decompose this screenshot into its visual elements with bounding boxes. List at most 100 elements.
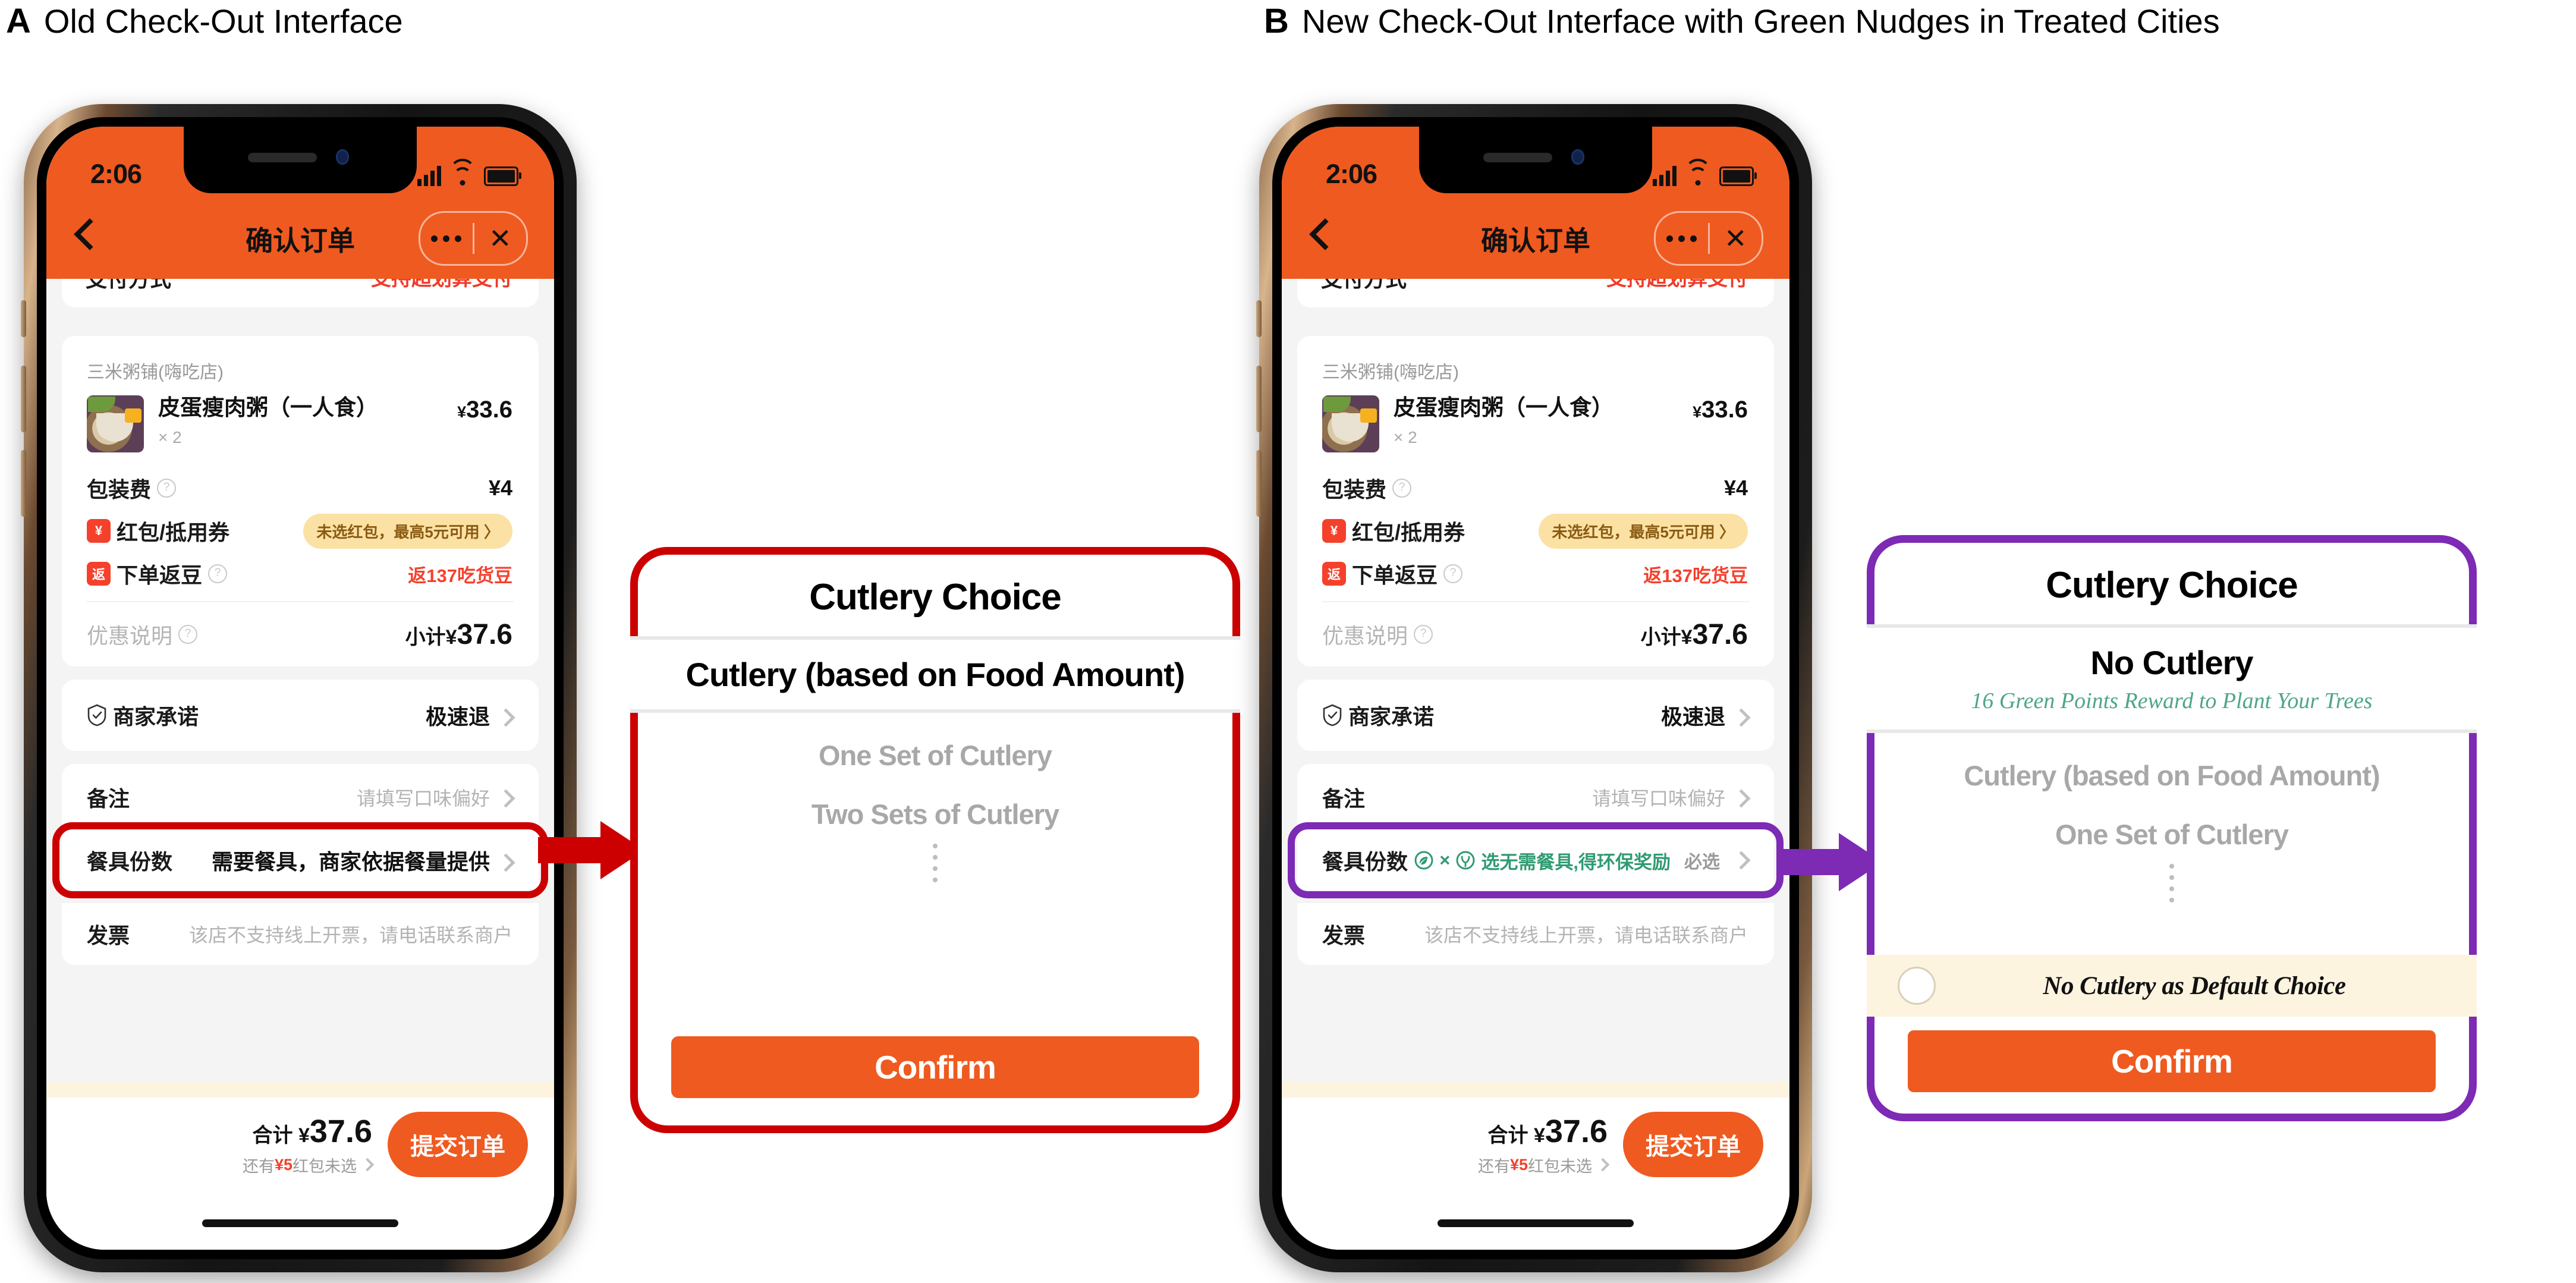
order-content: 支付方式 支持超划算支付 三米粥铺(嗨吃店) 皮蛋瘦肉粥（一人食） × 2 ¥3… (1282, 279, 1789, 1250)
default-choice-radio[interactable] (1898, 967, 1936, 1005)
status-indicators (417, 159, 521, 186)
merchant-promise-value: 极速退 (1661, 700, 1751, 731)
callout-option-new-0[interactable]: Cutlery (based on Food Amount) (1874, 759, 2469, 792)
home-indicator[interactable] (1438, 1219, 1634, 1227)
merchant-promise-card[interactable]: 商家承诺 极速退 (62, 680, 539, 751)
coupon-row[interactable]: ¥ 红包/抵用券 未选红包，最高5元可用 〉 (62, 510, 539, 552)
note-card[interactable]: 备注 请填写口味偏好 (62, 764, 539, 831)
home-indicator[interactable] (202, 1219, 398, 1227)
callout-confirm-button-old[interactable]: Confirm (671, 1036, 1199, 1098)
cutlery-row[interactable]: 餐具份数 需要餐具，商家依据餐量提供 (62, 831, 539, 890)
submit-order-button[interactable]: 提交订单 (388, 1112, 528, 1177)
chevron-right-icon (1732, 708, 1751, 727)
help-icon[interactable]: ? (178, 625, 198, 644)
panel-b-header: B New Check-Out Interface with Green Nud… (1264, 1, 2220, 41)
food-thumbnail (87, 395, 144, 452)
pay-bar-inner: 合计 ¥37.6 还有 ¥5 红包未选 提交订单 (46, 1112, 554, 1177)
help-icon[interactable]: ? (1392, 479, 1412, 498)
mute-switch[interactable] (21, 300, 26, 337)
volume-up-button[interactable] (21, 366, 26, 432)
callout-confirm-button-new[interactable]: Confirm (1908, 1030, 2436, 1092)
payment-method-label: 支付方式 (86, 279, 172, 291)
pay-subnote[interactable]: 还有 ¥5 红包未选 (243, 1153, 375, 1177)
merchant-promise-value: 极速退 (426, 700, 515, 731)
mute-switch[interactable] (1256, 300, 1262, 337)
cutlery-label: 餐具份数 (87, 850, 173, 874)
green-leaf-icon (1414, 851, 1433, 870)
merchant-promise-text: 商家承诺 (113, 705, 199, 729)
ellipsis-dots-icon (638, 844, 1232, 882)
payment-method-row[interactable]: 支付方式 支持超划算支付 (1297, 279, 1774, 307)
invoice-row[interactable]: 发票 该店不支持线上开票，请电话联系商户 (62, 903, 539, 965)
note-row[interactable]: 备注 请填写口味偏好 (1297, 764, 1774, 831)
discount-row[interactable]: 优惠说明? 小计¥37.6 (62, 602, 539, 666)
total-amount: 37.6 (309, 1113, 372, 1149)
merchant-promise-row[interactable]: 商家承诺 极速退 (62, 694, 539, 737)
callout-default-choice-row[interactable]: No Cutlery as Default Choice (1867, 955, 2477, 1017)
volume-down-button[interactable] (21, 450, 26, 517)
merchant-promise-row[interactable]: 商家承诺 极速退 (1297, 694, 1774, 737)
invoice-label: 发票 (87, 923, 130, 948)
volume-up-button[interactable] (1256, 366, 1262, 432)
invoice-card[interactable]: 发票 该店不支持线上开票，请电话联系商户 (62, 903, 539, 965)
chevron-right-icon (496, 853, 515, 872)
arrow-old-to-callout (538, 821, 644, 879)
garnish-icon (88, 397, 115, 412)
cutlery-card[interactable]: 餐具份数 × 选无需餐具,得环保奖励 必选 (1297, 831, 1774, 890)
help-icon[interactable]: ? (157, 479, 177, 498)
order-item-row[interactable]: 皮蛋瘦肉粥（一人食） × 2 ¥33.6 (1297, 383, 1774, 467)
battery-icon (484, 166, 521, 186)
callout-selected-inner-old[interactable]: Cutlery (based on Food Amount) (630, 640, 1240, 709)
cutlery-card[interactable]: 餐具份数 需要餐具，商家依据餐量提供 (62, 831, 539, 890)
coupon-pill[interactable]: 未选红包，最高5元可用 〉 (303, 513, 512, 549)
invoice-value: 该店不支持线上开票，请电话联系商户 (1424, 924, 1748, 946)
close-icon[interactable]: ✕ (474, 225, 527, 252)
callout-green-points-sub: 16 Green Points Reward to Plant Your Tre… (1971, 688, 2373, 713)
volume-down-button[interactable] (1256, 450, 1262, 517)
beans-row[interactable]: 返下单返豆? 返137吃货豆 (62, 552, 539, 595)
payment-method-row[interactable]: 支付方式 支持超划算支付 (62, 279, 539, 307)
callout-option-new-1[interactable]: One Set of Cutlery (1874, 818, 2469, 851)
beans-text: 下单返豆 (1352, 563, 1438, 587)
payment-method-card[interactable]: 支付方式 支持超划算支付 (1297, 279, 1774, 307)
order-item-name: 皮蛋瘦肉粥（一人食） (1394, 395, 1613, 420)
order-item-qty: × 2 (158, 427, 182, 446)
callout-option-old-0[interactable]: One Set of Cutlery (638, 739, 1232, 772)
order-item-row[interactable]: 皮蛋瘦肉粥（一人食） × 2 ¥33.6 (62, 383, 539, 467)
coupon-pill[interactable]: 未选红包，最高5元可用 〉 (1539, 513, 1748, 549)
callout-option-old-1[interactable]: Two Sets of Cutlery (638, 798, 1232, 831)
pay-subnote[interactable]: 还有 ¥5 红包未选 (1478, 1153, 1610, 1177)
price-value: 33.6 (1701, 397, 1748, 423)
phone-mockup-new: 2:06 确认订单 ✕ 支付方式 支持超划算支付 三米粥铺(嗨吃店) 皮蛋瘦肉粥… (1256, 104, 1812, 1272)
merchant-promise-card[interactable]: 商家承诺 极速退 (1297, 680, 1774, 751)
invoice-card[interactable]: 发票 该店不支持线上开票，请电话联系商户 (1297, 903, 1774, 965)
submit-order-button[interactable]: 提交订单 (1623, 1112, 1763, 1177)
cellular-signal-icon (1653, 166, 1677, 186)
beans-text: 下单返豆 (117, 563, 203, 587)
beans-row[interactable]: 返下单返豆? 返137吃货豆 (1297, 552, 1774, 595)
help-icon[interactable]: ? (1443, 564, 1463, 583)
pay-total-block: 合计 ¥37.6 还有 ¥5 红包未选 (243, 1113, 375, 1177)
currency-symbol: ¥ (1693, 403, 1702, 421)
coupon-tag-icon: ¥ (1322, 519, 1346, 543)
note-card[interactable]: 备注 请填写口味偏好 (1297, 764, 1774, 831)
discount-row[interactable]: 优惠说明? 小计¥37.6 (1297, 602, 1774, 666)
more-icon[interactable] (1656, 235, 1708, 242)
cutlery-green-nudge[interactable]: × 选无需餐具,得环保奖励 必选 (1414, 847, 1751, 874)
order-item-price: ¥33.6 (457, 395, 512, 423)
invoice-row[interactable]: 发票 该店不支持线上开票，请电话联系商户 (1297, 903, 1774, 965)
coupon-row[interactable]: ¥ 红包/抵用券 未选红包，最高5元可用 〉 (1297, 510, 1774, 552)
help-icon[interactable]: ? (208, 564, 228, 583)
note-row[interactable]: 备注 请填写口味偏好 (62, 764, 539, 831)
callout-selected-inner-new[interactable]: No Cutlery 16 Green Points Reward to Pla… (1867, 628, 2477, 729)
more-icon[interactable] (420, 235, 473, 242)
coupon-label: ¥ 红包/抵用券 (87, 515, 229, 546)
payment-method-card[interactable]: 支付方式 支持超划算支付 (62, 279, 539, 307)
arrow-new-to-callout (1776, 833, 1883, 891)
discount-label: 优惠说明? (87, 619, 198, 650)
help-icon[interactable]: ? (1414, 625, 1433, 644)
close-icon[interactable]: ✕ (1710, 225, 1762, 252)
order-item-qty: × 2 (1394, 427, 1417, 446)
cutlery-row[interactable]: 餐具份数 × 选无需餐具,得环保奖励 必选 (1297, 831, 1774, 890)
